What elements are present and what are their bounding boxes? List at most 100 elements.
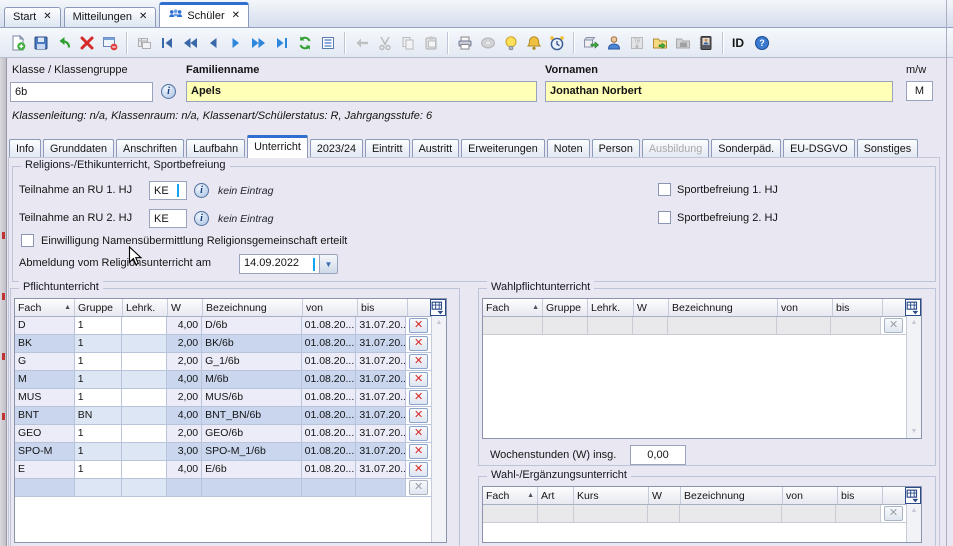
pflicht-cell-lehrk[interactable] xyxy=(122,461,167,479)
delete-row-button[interactable]: ✕ xyxy=(409,390,428,405)
tab-sonderp-d[interactable]: Sonderpäd. xyxy=(711,139,781,158)
delete-row-button[interactable]: ✕ xyxy=(409,480,428,495)
pflicht-row[interactable]: D14,00D/6b01.08.20...31.07.20...✕ xyxy=(15,317,431,335)
wahlerg-col-header-kurs[interactable]: Kurs xyxy=(574,487,649,504)
window-tab-sch-ler[interactable]: Schüler✕ xyxy=(159,2,249,27)
navigate-back-icon[interactable] xyxy=(351,32,372,54)
tab-erweiterungen[interactable]: Erweiterungen xyxy=(461,139,545,158)
copy-icon[interactable] xyxy=(397,32,418,54)
left-splitter[interactable] xyxy=(0,58,7,546)
disk-icon[interactable] xyxy=(477,32,498,54)
delete-row-button[interactable]: ✕ xyxy=(409,354,428,369)
pflicht-cell-fach[interactable]: M xyxy=(15,371,75,389)
scroll-up-icon[interactable]: ▲ xyxy=(432,319,446,326)
pflicht-cell-gruppe[interactable]: 1 xyxy=(75,443,123,461)
pflicht-col-header-gruppe[interactable]: Gruppe xyxy=(75,299,123,316)
wahlpflicht-col-header-fach[interactable]: Fach▲ xyxy=(483,299,543,316)
ru1-info-icon[interactable]: i xyxy=(194,183,209,198)
abmeldung-date-picker[interactable]: 14.09.2022 ▼ xyxy=(239,254,338,274)
tab-grunddaten[interactable]: Grunddaten xyxy=(43,139,114,158)
pflicht-row[interactable]: ✕ xyxy=(15,479,431,497)
pflicht-cell-w[interactable]: 2,00 xyxy=(167,353,202,371)
pflicht-col-header-bis[interactable]: bis xyxy=(358,299,408,316)
pflicht-cell-bezeichnung[interactable]: D/6b xyxy=(202,317,301,335)
wochenstunden-input[interactable]: 0,00 xyxy=(630,445,686,465)
ru2-input[interactable]: KE xyxy=(149,209,187,228)
pflicht-row[interactable]: E14,00E/6b01.08.20...31.07.20...✕ xyxy=(15,461,431,479)
pflicht-cell-fach[interactable]: MUS xyxy=(15,389,75,407)
wahlpflicht-col-header-bezeichnung[interactable]: Bezeichnung xyxy=(669,299,778,316)
pflicht-cell-bezeichnung[interactable]: G_1/6b xyxy=(202,353,301,371)
pflicht-col-header-lehrk[interactable]: Lehrk. xyxy=(123,299,168,316)
first-record-icon[interactable] xyxy=(156,32,177,54)
window-tab-start[interactable]: Start✕ xyxy=(4,7,61,27)
grid-customize-button[interactable] xyxy=(905,299,921,316)
tab-eintritt[interactable]: Eintritt xyxy=(365,139,410,158)
alert-icon[interactable] xyxy=(523,32,544,54)
pflicht-cell-bis[interactable]: 31.07.20... xyxy=(356,389,406,407)
grid-customize-button[interactable] xyxy=(430,299,446,316)
pflicht-cell-bis[interactable]: 31.07.20... xyxy=(356,371,406,389)
pflicht-cell-w[interactable]: 2,00 xyxy=(167,335,202,353)
window-tab-mitteilungen[interactable]: Mitteilungen✕ xyxy=(64,7,157,27)
undo-icon[interactable] xyxy=(53,32,74,54)
pflicht-cell-fach[interactable]: BK xyxy=(15,335,75,353)
pflicht-cell-bezeichnung[interactable]: MUS/6b xyxy=(202,389,301,407)
tab-unterricht[interactable]: Unterricht xyxy=(247,135,308,158)
pflicht-cell-bis[interactable]: 31.07.20... xyxy=(356,335,406,353)
delete-row-button[interactable]: ✕ xyxy=(409,372,428,387)
ru1-input[interactable]: KE xyxy=(149,181,187,200)
pflicht-cell-von[interactable]: 01.08.20... xyxy=(302,407,357,425)
save-icon[interactable] xyxy=(30,32,51,54)
pflicht-cell-fach[interactable]: SPO-M xyxy=(15,443,75,461)
delete-row-button[interactable]: ✕ xyxy=(409,318,428,333)
vertical-scrollbar[interactable]: ▲ xyxy=(906,504,921,542)
pflicht-cell-lehrk[interactable] xyxy=(122,407,167,425)
pflicht-cell-bezeichnung[interactable]: E/6b xyxy=(202,461,301,479)
abmeldung-date-value[interactable]: 14.09.2022 xyxy=(239,254,319,274)
copy-record-icon[interactable] xyxy=(133,32,154,54)
folder-forward-icon[interactable] xyxy=(649,32,670,54)
wahlerg-row[interactable]: ✕ xyxy=(483,505,906,523)
export-icon[interactable] xyxy=(580,32,601,54)
pflicht-cell-gruppe[interactable]: 1 xyxy=(75,371,123,389)
help-icon[interactable]: ? xyxy=(751,32,772,54)
pflicht-cell-gruppe[interactable]: 1 xyxy=(75,317,123,335)
pflicht-cell-w[interactable]: 3,00 xyxy=(167,443,202,461)
tab-sonstiges[interactable]: Sonstiges xyxy=(857,139,918,158)
wahlerg-col-header-art[interactable]: Art xyxy=(538,487,574,504)
pflicht-cell-von[interactable]: 01.08.20... xyxy=(302,317,357,335)
pflicht-cell-bezeichnung[interactable] xyxy=(202,479,301,497)
pflicht-cell-w[interactable]: 4,00 xyxy=(167,461,202,479)
pflicht-cell-w[interactable]: 4,00 xyxy=(167,371,202,389)
wahlpflicht-cell-bezeichnung[interactable] xyxy=(668,317,776,335)
pflicht-cell-von[interactable] xyxy=(302,479,357,497)
pflicht-cell-gruppe[interactable] xyxy=(75,479,123,497)
ru2-info-icon[interactable]: i xyxy=(194,211,209,226)
tab-info[interactable]: Info xyxy=(9,139,41,158)
fast-prior-icon[interactable] xyxy=(179,32,200,54)
pflicht-col-header-bezeichnung[interactable]: Bezeichnung xyxy=(203,299,303,316)
paste-icon[interactable] xyxy=(420,32,441,54)
pflicht-cell-bezeichnung[interactable]: GEO/6b xyxy=(202,425,301,443)
pflicht-cell-w[interactable]: 4,00 xyxy=(167,407,202,425)
close-icon[interactable]: ✕ xyxy=(139,12,147,22)
pflicht-cell-bis[interactable]: 31.07.20... xyxy=(356,407,406,425)
wahlerg-cell-bis[interactable] xyxy=(836,505,881,523)
wahlerg-col-header-bis[interactable]: bis xyxy=(838,487,883,504)
refresh-icon[interactable] xyxy=(294,32,315,54)
pflicht-cell-lehrk[interactable] xyxy=(122,389,167,407)
geschlecht-field[interactable]: M xyxy=(906,81,933,101)
sportbefreiung-2-checkbox[interactable] xyxy=(658,211,671,224)
id-button[interactable]: ID xyxy=(732,36,744,50)
wahlerg-col-header-fach[interactable]: Fach▲ xyxy=(483,487,538,504)
namensuebermittlung-checkbox[interactable] xyxy=(21,234,34,247)
pflicht-cell-w[interactable] xyxy=(167,479,202,497)
tab-laufbahn[interactable]: Laufbahn xyxy=(186,139,245,158)
pflicht-cell-w[interactable]: 4,00 xyxy=(167,317,202,335)
pflicht-cell-fach[interactable]: GEO xyxy=(15,425,75,443)
tab-2023-24[interactable]: 2023/24 xyxy=(310,139,363,158)
pflicht-cell-bezeichnung[interactable]: SPO-M_1/6b xyxy=(202,443,301,461)
dropdown-button[interactable]: ▼ xyxy=(319,254,338,274)
pflicht-cell-bis[interactable]: 31.07.20... xyxy=(356,353,406,371)
